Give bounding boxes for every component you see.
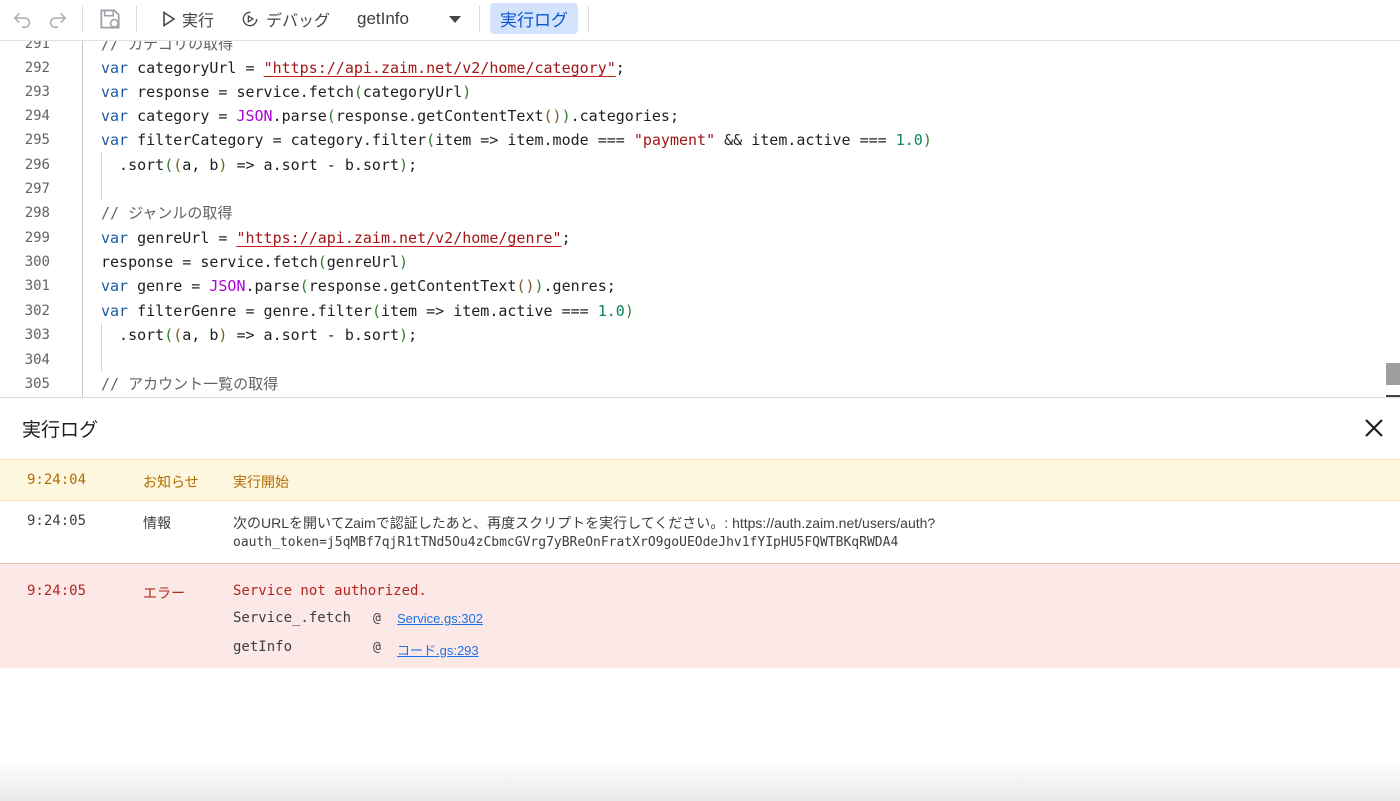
run-label: 実行 bbox=[182, 12, 215, 30]
function-select[interactable]: getInfo bbox=[357, 0, 469, 37]
log-row-notice: 9:24:04 お知らせ 実行開始 bbox=[0, 459, 1400, 501]
close-log-button[interactable] bbox=[1362, 416, 1386, 440]
code-line: 297 bbox=[0, 177, 1380, 201]
code-comment: // アカウント一覧の取得 bbox=[101, 375, 279, 393]
code-line: 301 var genre = JSON.parse(response.getC… bbox=[0, 274, 1380, 298]
log-time: 9:24:05 bbox=[27, 583, 87, 599]
code-text: var filterGenre = genre.filter(item => i… bbox=[101, 302, 634, 320]
toolbar-divider bbox=[136, 6, 137, 32]
line-number: 305 bbox=[24, 376, 50, 392]
log-row-error: 9:24:05 エラー Service not authorized. Serv… bbox=[0, 563, 1400, 668]
toolbar-divider bbox=[588, 6, 589, 32]
code-comment: // カテゴリの取得 bbox=[101, 41, 234, 53]
function-name: getInfo bbox=[357, 8, 409, 28]
code-text: var genreUrl = "https://api.zaim.net/v2/… bbox=[101, 229, 571, 247]
code-text: var filterCategory = category.filter(ite… bbox=[101, 131, 932, 149]
code-string-url: "https://api.zaim.net/v2/home/genre" bbox=[236, 229, 562, 247]
line-number: 291 bbox=[24, 41, 50, 52]
line-number: 303 bbox=[24, 327, 50, 343]
editor-scrollbar-thumb[interactable] bbox=[1386, 363, 1400, 385]
code-text: response = service.fetch(genreUrl) bbox=[101, 253, 409, 271]
code-line: 296 .sort((a, b) => a.sort - b.sort); bbox=[0, 153, 1380, 177]
line-number: 292 bbox=[24, 60, 50, 76]
indent-guide bbox=[101, 177, 102, 201]
line-number: 299 bbox=[24, 230, 50, 246]
code-line: 303 .sort((a, b) => a.sort - b.sort); bbox=[0, 323, 1380, 347]
code-comment: // ジャンルの取得 bbox=[101, 204, 233, 222]
execution-log-panel: 実行ログ 9:24:04 お知らせ 実行開始 9:24:05 情報 次のURLを… bbox=[0, 397, 1400, 801]
stack-trace-function: Service_.fetch bbox=[233, 610, 352, 626]
code-number: 1.0 bbox=[895, 131, 923, 149]
code-line: 305 // アカウント一覧の取得 bbox=[0, 372, 1380, 396]
undo-icon bbox=[13, 12, 31, 28]
log-level: エラー bbox=[143, 585, 185, 601]
redo-icon bbox=[49, 12, 67, 28]
stack-trace-link[interactable]: Service.gs:302 bbox=[397, 611, 483, 626]
code-line: 295 var filterCategory = category.filter… bbox=[0, 128, 1380, 152]
stack-trace-function: getInfo bbox=[233, 639, 293, 655]
code-line: 294 var category = JSON.parse(response.g… bbox=[0, 104, 1380, 128]
code-text: var category = JSON.parse(response.getCo… bbox=[101, 107, 679, 125]
line-number: 302 bbox=[24, 303, 50, 319]
log-level: 情報 bbox=[143, 515, 171, 531]
stack-trace-at: @ bbox=[373, 611, 381, 626]
log-message-continued: oauth_token=j5qMBf7qjR1tTNd5Ou4zCbmcGVrg… bbox=[233, 535, 899, 550]
code-line: 299 var genreUrl = "https://api.zaim.net… bbox=[0, 226, 1380, 250]
log-time: 9:24:04 bbox=[27, 472, 87, 488]
stack-trace-link[interactable]: コード.gs:293 bbox=[397, 640, 479, 659]
panel-bottom-shade bbox=[0, 758, 1400, 801]
code-line: 300 response = service.fetch(genreUrl) bbox=[0, 250, 1380, 274]
log-level: お知らせ bbox=[143, 474, 199, 490]
toolbar-divider bbox=[82, 6, 83, 32]
run-button[interactable]: 実行 bbox=[162, 0, 214, 37]
redo-button[interactable] bbox=[46, 0, 68, 37]
code-string: "payment" bbox=[633, 131, 716, 149]
line-number: 296 bbox=[24, 157, 50, 173]
dropdown-arrow-icon bbox=[449, 15, 461, 23]
code-editor[interactable]: 291 // カテゴリの取得 292 var categoryUrl = "ht… bbox=[0, 41, 1400, 397]
code-number: 1.0 bbox=[597, 302, 625, 320]
code-text: .sort((a, b) => a.sort - b.sort); bbox=[101, 156, 418, 174]
line-number: 295 bbox=[24, 132, 50, 148]
code-line: 302 var filterGenre = genre.filter(item … bbox=[0, 299, 1380, 323]
line-number: 297 bbox=[24, 181, 50, 197]
save-button[interactable] bbox=[97, 0, 123, 37]
code-line: 293 var response = service.fetch(categor… bbox=[0, 80, 1380, 104]
code-string-url: "https://api.zaim.net/v2/home/category" bbox=[263, 59, 616, 77]
code-text: var genre = JSON.parse(response.getConte… bbox=[101, 277, 616, 295]
code-line: 298 // ジャンルの取得 bbox=[0, 201, 1380, 225]
line-number: 304 bbox=[24, 352, 50, 368]
log-message: 次のURLを開いてZaimで認証したあと、再度スクリプトを実行してください。: … bbox=[233, 515, 936, 531]
line-number: 301 bbox=[24, 278, 50, 294]
play-icon bbox=[163, 10, 176, 27]
log-panel-title: 実行ログ bbox=[22, 420, 99, 441]
toolbar-divider bbox=[479, 6, 480, 32]
stack-trace-at: @ bbox=[373, 640, 381, 655]
debug-label: デバッグ bbox=[266, 12, 331, 30]
line-number: 300 bbox=[24, 254, 50, 270]
toolbar: 実行 デバッグ getInfo 実行ログ bbox=[0, 0, 1400, 41]
debug-button[interactable]: デバッグ bbox=[240, 0, 330, 37]
save-icon bbox=[100, 8, 120, 29]
code-line: 292 var categoryUrl = "https://api.zaim.… bbox=[0, 56, 1380, 80]
log-row-info: 9:24:05 情報 次のURLを開いてZaimで認証したあと、再度スクリプトを… bbox=[0, 501, 1400, 563]
code-line: 291 // カテゴリの取得 bbox=[0, 41, 1380, 56]
line-number: 293 bbox=[24, 84, 50, 100]
close-icon bbox=[1365, 419, 1383, 437]
execution-log-button[interactable]: 実行ログ bbox=[490, 3, 578, 34]
undo-button[interactable] bbox=[12, 0, 34, 37]
line-number: 294 bbox=[24, 108, 50, 124]
code-line: 304 bbox=[0, 348, 1380, 372]
code-text: .sort((a, b) => a.sort - b.sort); bbox=[101, 326, 418, 344]
indent-guide bbox=[101, 348, 102, 372]
line-number: 298 bbox=[24, 205, 50, 221]
log-error-message: Service not authorized. bbox=[233, 583, 427, 599]
log-time: 9:24:05 bbox=[27, 513, 87, 529]
debug-icon bbox=[242, 11, 258, 26]
code-text: var response = service.fetch(categoryUrl… bbox=[101, 83, 472, 101]
log-message: 実行開始 bbox=[233, 474, 289, 490]
code-text: var categoryUrl = "https://api.zaim.net/… bbox=[101, 59, 625, 77]
